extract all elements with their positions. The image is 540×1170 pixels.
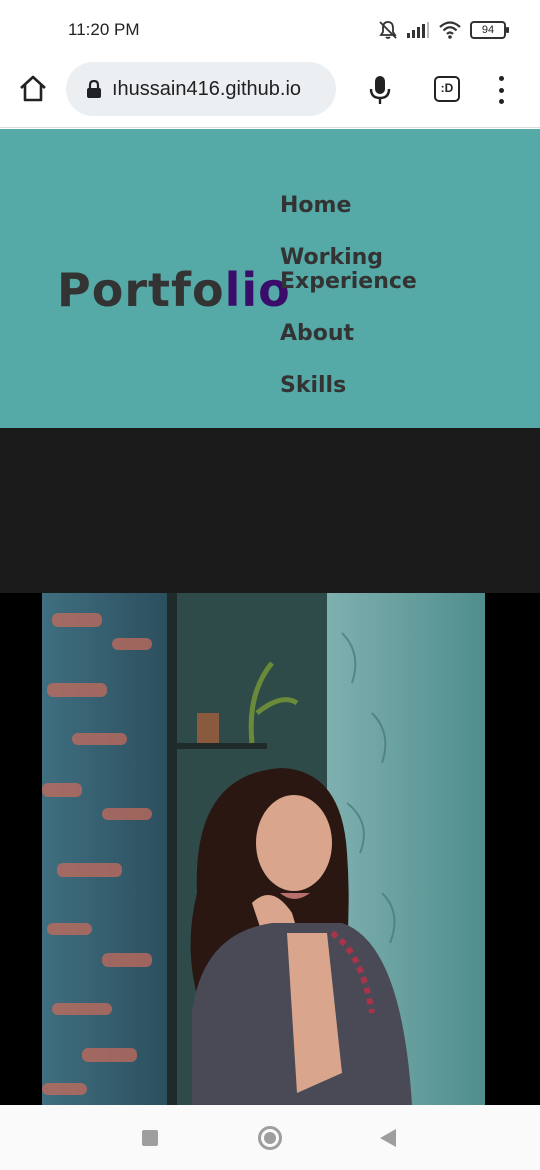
site-header: Portfolio Home Working Experience About … bbox=[0, 129, 540, 428]
status-time: 11:20 PM bbox=[68, 20, 140, 39]
home-icon[interactable] bbox=[18, 74, 48, 104]
back-icon[interactable] bbox=[380, 1129, 396, 1147]
home-circle-icon[interactable] bbox=[258, 1126, 282, 1150]
hero-dark-band bbox=[0, 428, 540, 593]
recents-icon[interactable] bbox=[142, 1130, 158, 1146]
profile-photo bbox=[42, 593, 485, 1105]
status-bar: 11:20 PM 94 bbox=[0, 0, 540, 62]
battery-icon: 94 bbox=[470, 21, 509, 39]
more-vert-icon[interactable] bbox=[496, 76, 506, 104]
logo-main-text: Portfo bbox=[57, 263, 225, 317]
status-icons: 94 bbox=[378, 20, 509, 40]
wifi-icon bbox=[439, 21, 461, 39]
browser-toolbar: ıhussain416.github.io :D bbox=[0, 62, 540, 128]
tabs-button[interactable]: :D bbox=[434, 76, 460, 102]
lock-icon bbox=[87, 79, 101, 98]
mute-bell-icon bbox=[379, 21, 397, 39]
nav-link-about[interactable]: About bbox=[280, 322, 354, 346]
profile-photo-section bbox=[0, 593, 540, 1105]
nav-link-home[interactable]: Home bbox=[280, 194, 351, 218]
nav-link-working-experience[interactable]: Working Experience bbox=[280, 246, 420, 294]
nav-link-skills[interactable]: Skills bbox=[280, 374, 346, 398]
url-text: ıhussain416.github.io bbox=[112, 77, 302, 100]
android-nav-bar bbox=[0, 1105, 540, 1170]
signal-icon bbox=[407, 22, 429, 38]
mic-icon[interactable] bbox=[368, 74, 392, 106]
address-bar[interactable]: ıhussain416.github.io bbox=[66, 62, 336, 116]
site-logo[interactable]: Portfolio bbox=[57, 263, 291, 317]
